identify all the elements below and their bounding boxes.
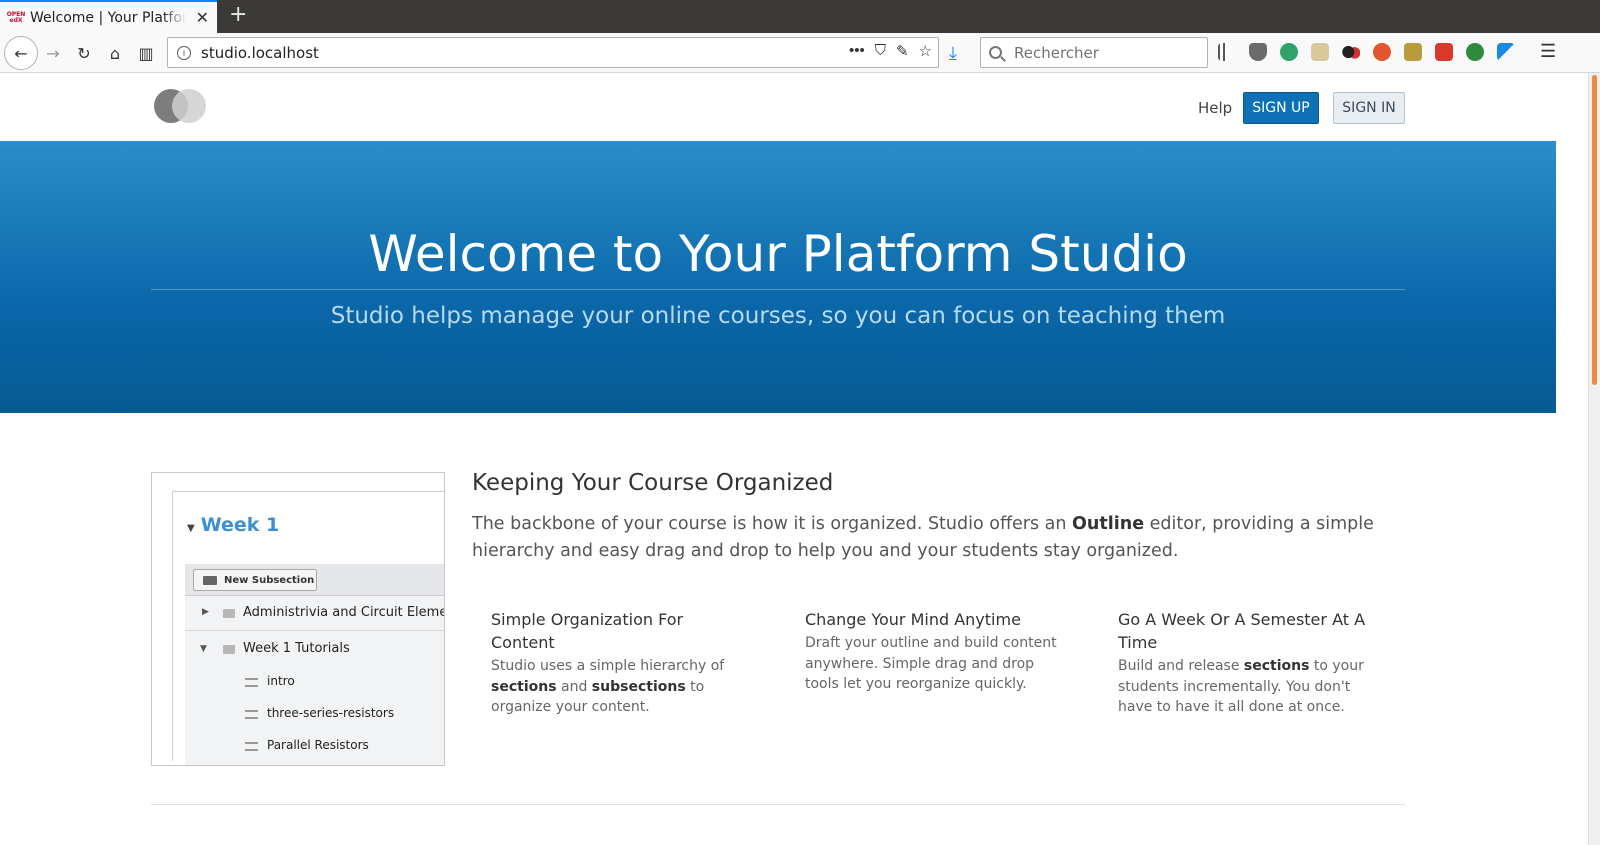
page-content: Help SIGN UP SIGN IN Welcome to Your Pla… bbox=[0, 73, 1556, 845]
sign-in-button[interactable]: SIGN IN bbox=[1333, 92, 1405, 124]
hero-banner: Welcome to Your Platform Studio Studio h… bbox=[0, 141, 1556, 413]
green-globe-extension-icon[interactable] bbox=[1466, 43, 1484, 61]
expand-triangle-icon: ▼ bbox=[187, 523, 195, 534]
new-tab-button[interactable]: + bbox=[229, 2, 247, 27]
notes-extension-icon[interactable] bbox=[1311, 43, 1329, 61]
browser-tab-bar: OPEN edX Welcome | Your Platform Studio … bbox=[0, 0, 1600, 33]
feature-column-organization: Simple Organization For Content Studio u… bbox=[491, 608, 751, 718]
site-header: Help SIGN UP SIGN IN bbox=[0, 73, 1556, 141]
cursor-extension-icon[interactable] bbox=[1497, 43, 1515, 61]
green-extension-icon[interactable] bbox=[1280, 43, 1298, 61]
download-icon[interactable]: ⤓ bbox=[949, 43, 957, 64]
outline-row: Parallel Resistors bbox=[185, 730, 444, 762]
url-bar[interactable]: i studio.localhost ••• ⛉ ✎ ☆ bbox=[167, 37, 939, 68]
column-body: Studio uses a simple hierarchy of sectio… bbox=[491, 658, 725, 715]
unit-list-icon bbox=[245, 678, 258, 687]
page-scrollbar[interactable] bbox=[1588, 73, 1600, 845]
ublock-shield-icon[interactable] bbox=[1249, 43, 1267, 61]
new-subsection-button: New Subsection bbox=[193, 569, 317, 591]
column-title: Go A Week Or A Semester At A Time bbox=[1118, 610, 1366, 652]
column-body: Draft your outline and build content any… bbox=[805, 635, 1057, 692]
search-bar[interactable]: Rechercher bbox=[980, 37, 1208, 68]
browser-tab[interactable]: OPEN edX Welcome | Your Platform Studio … bbox=[0, 0, 217, 33]
expanded-triangle-icon: ▼ bbox=[200, 644, 207, 654]
page-actions-icon[interactable]: ••• bbox=[849, 42, 865, 60]
bookmark-star-icon[interactable]: ☆ bbox=[919, 42, 932, 60]
feature-column-week: Go A Week Or A Semester At A Time Build … bbox=[1118, 608, 1368, 718]
outline-row: ▼ Week 1 Tutorials bbox=[200, 641, 350, 656]
browser-nav-bar: ← → ↻ ⌂ ▥ i studio.localhost ••• ⛉ ✎ ☆ ⤓… bbox=[0, 33, 1600, 73]
folder-icon bbox=[223, 645, 235, 654]
feature-description: The backbone of your course is how it is… bbox=[472, 514, 1374, 561]
home-icon[interactable]: ⌂ bbox=[100, 38, 130, 68]
unit-list-icon bbox=[245, 710, 258, 719]
forward-arrow-icon[interactable]: → bbox=[38, 38, 68, 68]
back-arrow-icon[interactable]: ← bbox=[4, 36, 38, 70]
outline-row: intro bbox=[185, 666, 444, 698]
folder-icon bbox=[223, 609, 235, 618]
sign-up-button[interactable]: SIGN UP bbox=[1243, 92, 1319, 124]
pocket-icon[interactable]: ⛉ bbox=[875, 42, 886, 60]
feature-column-change: Change Your Mind Anytime Draft your outl… bbox=[805, 608, 1065, 695]
openedx-favicon-icon: OPEN edX bbox=[6, 10, 26, 24]
reload-icon[interactable]: ↻ bbox=[69, 38, 99, 68]
dots-extension-icon[interactable] bbox=[1342, 43, 1360, 61]
collapsed-triangle-icon: ▶ bbox=[202, 607, 209, 617]
badge-extension-icon[interactable] bbox=[1404, 43, 1422, 61]
hamburger-menu-icon[interactable]: ☰ bbox=[1540, 41, 1556, 62]
tab-title: Welcome | Your Platform Studio bbox=[30, 9, 186, 26]
section-divider bbox=[151, 804, 1405, 805]
week-heading: ▼ Week 1 bbox=[187, 514, 280, 536]
studio-logo[interactable] bbox=[154, 89, 208, 125]
feature-title: Keeping Your Course Organized bbox=[472, 470, 834, 496]
red-circle-extension-icon[interactable] bbox=[1373, 43, 1391, 61]
sidebar-icon[interactable]: ▥ bbox=[131, 38, 161, 68]
help-link[interactable]: Help bbox=[1198, 99, 1232, 117]
scrollbar-thumb[interactable] bbox=[1592, 75, 1597, 385]
close-tab-icon[interactable]: ✕ bbox=[196, 8, 209, 28]
hero-subtitle: Studio helps manage your online courses,… bbox=[330, 303, 1226, 329]
search-icon bbox=[989, 46, 1002, 59]
outline-row: ▶ Administrivia and Circuit Elements bbox=[185, 596, 444, 631]
column-title: Simple Organization For Content bbox=[491, 610, 684, 652]
search-placeholder: Rechercher bbox=[1014, 43, 1099, 62]
column-body: Build and release sections to your stude… bbox=[1118, 658, 1364, 715]
outline-row: three-series-resistors bbox=[185, 698, 444, 730]
chinese-char-extension-icon[interactable] bbox=[1435, 43, 1453, 61]
screenshot-icon[interactable]: ✎ bbox=[896, 42, 909, 60]
hero-divider bbox=[151, 289, 1405, 290]
site-info-icon[interactable]: i bbox=[177, 45, 191, 60]
column-title: Change Your Mind Anytime bbox=[805, 610, 1021, 629]
library-icon[interactable] bbox=[1218, 43, 1236, 61]
outline-screenshot: ▼ Week 1 New Subsection ▶ Administrivia a… bbox=[151, 472, 445, 766]
url-text[interactable]: studio.localhost bbox=[201, 44, 319, 62]
hero-title: Welcome to Your Platform Studio bbox=[368, 225, 1188, 283]
unit-list-icon bbox=[245, 742, 258, 751]
folder-plus-icon bbox=[203, 576, 217, 585]
